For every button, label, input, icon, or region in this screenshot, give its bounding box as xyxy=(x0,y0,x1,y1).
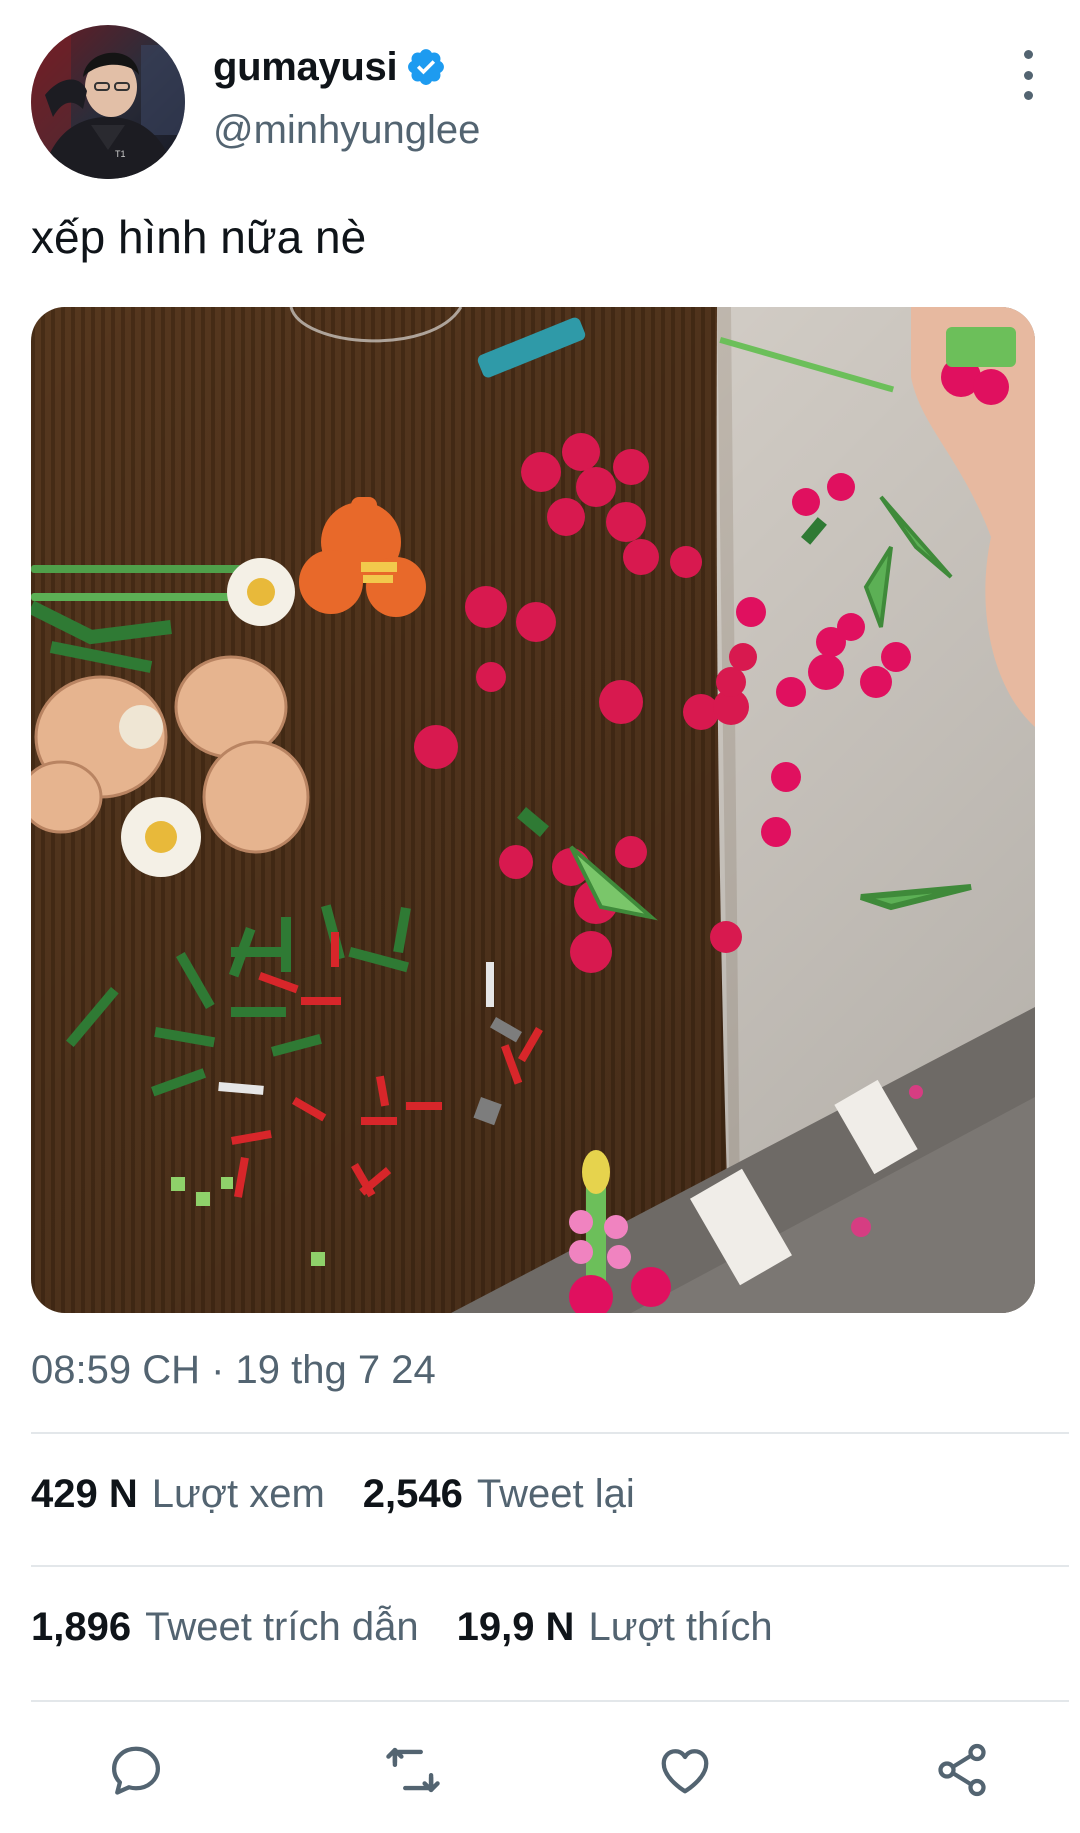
lego-flowers-photo xyxy=(31,307,1035,1313)
verified-badge-icon xyxy=(405,46,447,88)
views-label: Lượt xem xyxy=(151,1472,325,1516)
more-vertical-icon-dot xyxy=(1023,91,1033,100)
retweet-button[interactable] xyxy=(381,1738,445,1802)
more-options-button[interactable] xyxy=(1005,50,1051,100)
likes-count: 19,9 N xyxy=(456,1605,575,1649)
like-button[interactable] xyxy=(653,1738,717,1802)
stats-row-quotes-likes: 1,896 Tweet trích dẫn 19,9 N Lượt thích xyxy=(31,1605,773,1650)
tweet-timestamp[interactable]: 08:59 CH · 19 thg 7 24 xyxy=(31,1348,436,1393)
divider xyxy=(31,1432,1069,1434)
reply-icon xyxy=(112,1746,160,1795)
tweet-photo[interactable] xyxy=(31,307,1035,1313)
retweets-count: 2,546 xyxy=(362,1472,463,1516)
divider xyxy=(31,1700,1069,1702)
avatar-photo: T1 xyxy=(31,25,185,179)
quotes-stat[interactable]: 1,896 Tweet trích dẫn xyxy=(31,1605,419,1650)
divider xyxy=(31,1565,1069,1567)
tweet-detail-page: T1 gumayusi @minhyunglee xếp hình nữa nè xyxy=(0,0,1080,1833)
retweet-icon xyxy=(386,1747,440,1793)
author-handle[interactable]: @minhyunglee xyxy=(213,108,480,153)
views-count: 429 N xyxy=(31,1472,138,1516)
reply-button[interactable] xyxy=(104,1738,168,1802)
share-icon xyxy=(938,1743,986,1797)
views-stat[interactable]: 429 N Lượt xem xyxy=(31,1472,325,1517)
author-display-name[interactable]: gumayusi xyxy=(213,45,398,90)
quotes-count: 1,896 xyxy=(31,1605,132,1649)
more-vertical-icon-dot xyxy=(1023,70,1033,80)
stats-row-views-retweets: 429 N Lượt xem 2,546 Tweet lại xyxy=(31,1472,635,1517)
more-vertical-icon-dot xyxy=(1023,50,1033,59)
retweets-stat[interactable]: 2,546 Tweet lại xyxy=(363,1472,635,1517)
like-icon xyxy=(661,1749,709,1794)
retweets-label: Tweet lại xyxy=(476,1472,635,1516)
author-name-row[interactable]: gumayusi xyxy=(213,42,447,92)
likes-stat[interactable]: 19,9 N Lượt thích xyxy=(457,1605,773,1650)
share-button[interactable] xyxy=(930,1738,994,1802)
svg-text:T1: T1 xyxy=(115,149,126,159)
author-avatar[interactable]: T1 xyxy=(31,25,185,179)
tweet-text: xếp hình nữa nè xyxy=(31,211,367,263)
quotes-label: Tweet trích dẫn xyxy=(145,1605,419,1649)
likes-label: Lượt thích xyxy=(588,1605,773,1649)
